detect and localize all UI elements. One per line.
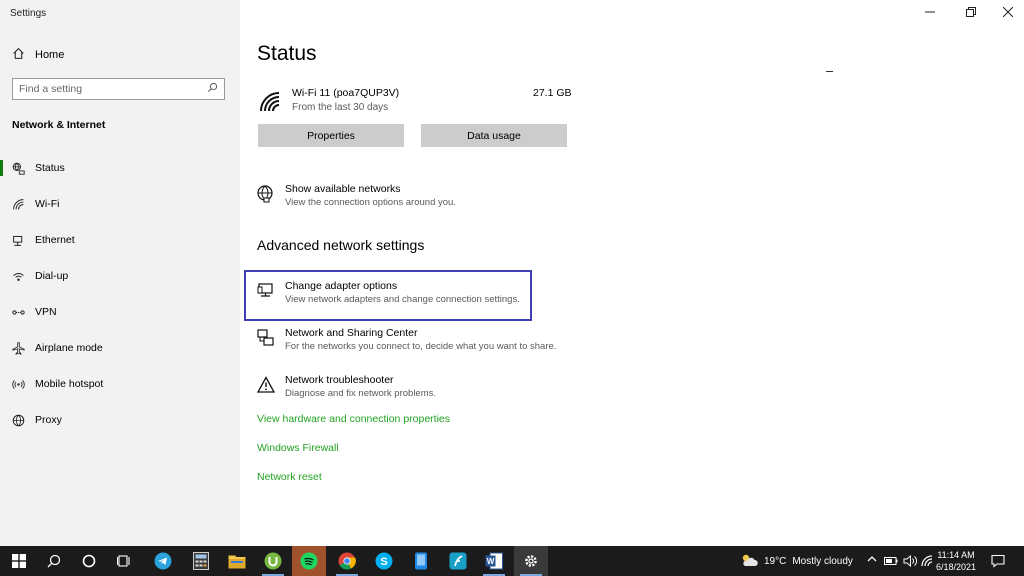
option-desc: For the networks you connect to, decide … bbox=[285, 341, 557, 352]
sidebar-item-label: Proxy bbox=[35, 414, 62, 426]
task-view-icon[interactable] bbox=[107, 546, 141, 576]
sidebar-item-wifi[interactable]: Wi-Fi bbox=[0, 189, 240, 219]
weather-condition: Mostly cloudy bbox=[792, 555, 853, 567]
svg-text:W: W bbox=[487, 557, 495, 566]
show-hidden-icons-button[interactable] bbox=[866, 546, 878, 576]
warning-icon bbox=[256, 376, 276, 394]
minimize-button[interactable] bbox=[922, 4, 938, 20]
cloud-sun-icon bbox=[740, 553, 758, 570]
foxit-icon[interactable] bbox=[441, 546, 475, 576]
windows-start-icon[interactable] bbox=[2, 546, 36, 576]
search-input[interactable] bbox=[19, 83, 207, 95]
clock-date: 6/18/2021 bbox=[935, 562, 977, 572]
search-icon[interactable] bbox=[37, 546, 71, 576]
option-title: Network troubleshooter bbox=[285, 374, 394, 386]
sidebar-item-airplane[interactable]: Airplane mode bbox=[0, 333, 240, 363]
word-icon[interactable]: W bbox=[477, 546, 511, 576]
search-icon[interactable] bbox=[207, 80, 218, 98]
stray-mark bbox=[826, 71, 833, 72]
option-desc: View network adapters and change connect… bbox=[285, 294, 520, 305]
vpn-icon bbox=[11, 305, 25, 319]
network-name: Wi-Fi 11 (poa7QUP3V) bbox=[292, 87, 400, 99]
telegram-icon[interactable] bbox=[146, 546, 180, 576]
battery-icon[interactable] bbox=[884, 546, 898, 576]
globe-icon bbox=[11, 413, 25, 427]
settings-icon[interactable] bbox=[514, 546, 548, 576]
volume-icon[interactable] bbox=[903, 546, 917, 576]
svg-text:S: S bbox=[380, 556, 387, 568]
properties-button[interactable]: Properties bbox=[258, 124, 404, 147]
sidebar-item-hotspot[interactable]: Mobile hotspot bbox=[0, 369, 240, 399]
network-period: From the last 30 days bbox=[292, 102, 389, 113]
chevron-up-icon bbox=[866, 552, 878, 570]
network-usage: 27.1 GB bbox=[533, 87, 572, 99]
hardware-properties-link[interactable]: View hardware and connection properties bbox=[257, 413, 450, 425]
home-label: Home bbox=[35, 49, 65, 61]
section-title: Network & Internet bbox=[12, 119, 106, 131]
search-box[interactable] bbox=[12, 78, 225, 100]
sidebar-item-label: VPN bbox=[35, 306, 57, 318]
sidebar-item-proxy[interactable]: Proxy bbox=[0, 405, 240, 435]
status-icon bbox=[11, 161, 25, 175]
sidebar-item-status[interactable]: Status bbox=[0, 153, 240, 183]
chrome-icon[interactable] bbox=[330, 546, 364, 576]
data-usage-button[interactable]: Data usage bbox=[421, 124, 567, 147]
clock-time: 11:14 AM bbox=[937, 550, 975, 560]
utorrent-icon[interactable] bbox=[256, 546, 290, 576]
action-center-icon[interactable] bbox=[991, 546, 1005, 576]
close-button[interactable] bbox=[1000, 4, 1016, 20]
calculator-icon[interactable] bbox=[184, 546, 218, 576]
skype-icon[interactable]: S bbox=[367, 546, 401, 576]
option-desc: View the connection options around you. bbox=[285, 197, 456, 208]
airplane-icon bbox=[11, 341, 25, 355]
sidebar-item-vpn[interactable]: VPN bbox=[0, 297, 240, 327]
dialup-icon bbox=[11, 269, 25, 283]
sidebar-item-label: Airplane mode bbox=[35, 342, 103, 354]
sidebar-item-label: Status bbox=[35, 162, 65, 174]
home-nav-item[interactable]: Home bbox=[12, 47, 64, 63]
sharing-center-icon bbox=[257, 329, 275, 347]
weather-widget[interactable]: 19°C Mostly cloudy bbox=[740, 546, 853, 576]
cortana-icon[interactable] bbox=[72, 546, 106, 576]
wifi-icon bbox=[11, 197, 25, 211]
app-title: Settings bbox=[10, 8, 47, 19]
adapter-icon bbox=[257, 282, 275, 300]
sidebar-item-dialup[interactable]: Dial-up bbox=[0, 261, 240, 291]
sidebar-item-ethernet[interactable]: Ethernet bbox=[0, 225, 240, 255]
spotify-icon[interactable] bbox=[292, 546, 326, 576]
taskbar: S W 19°C Mostly cloudy 11:14 AM 6/18/202… bbox=[0, 546, 1024, 576]
hotspot-icon bbox=[11, 377, 25, 391]
windows-firewall-link[interactable]: Windows Firewall bbox=[257, 442, 339, 454]
weather-temp: 19°C bbox=[764, 555, 787, 567]
option-title: Network and Sharing Center bbox=[285, 327, 418, 339]
page-title: Status bbox=[257, 42, 317, 65]
ethernet-icon bbox=[11, 233, 25, 247]
advanced-section-title: Advanced network settings bbox=[257, 237, 425, 253]
option-title: Show available networks bbox=[285, 183, 401, 195]
option-title: Change adapter options bbox=[285, 280, 398, 292]
sidebar-item-label: Mobile hotspot bbox=[35, 378, 104, 390]
file-explorer-icon[interactable] bbox=[220, 546, 254, 576]
sidebar-item-label: Ethernet bbox=[35, 234, 75, 246]
sidebar-item-label: Dial-up bbox=[35, 270, 69, 282]
network-reset-link[interactable]: Network reset bbox=[257, 471, 322, 483]
sidebar-item-label: Wi-Fi bbox=[35, 198, 60, 210]
home-icon bbox=[12, 47, 25, 63]
restore-button[interactable] bbox=[963, 4, 979, 20]
option-desc: Diagnose and fix network problems. bbox=[285, 388, 437, 399]
phone-icon[interactable] bbox=[404, 546, 438, 576]
wifi-signal-icon bbox=[260, 92, 282, 117]
sidebar: Settings Home Network & Internet Status … bbox=[0, 0, 240, 546]
show-networks-icon bbox=[257, 185, 275, 203]
taskbar-clock[interactable]: 11:14 AM 6/18/2021 bbox=[932, 549, 980, 573]
